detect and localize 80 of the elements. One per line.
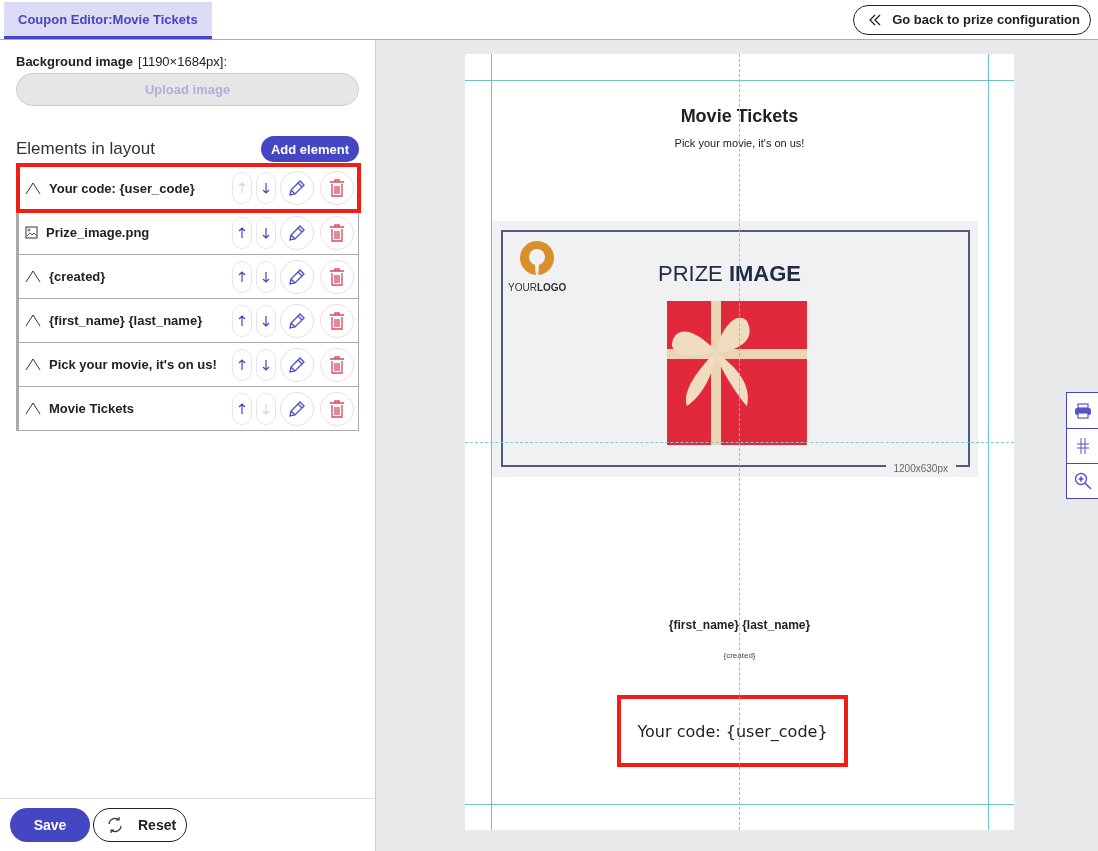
delete-button[interactable] (320, 303, 354, 338)
trash-icon (328, 398, 346, 419)
hash-icon (1075, 437, 1090, 455)
arrow-down-icon (262, 358, 270, 371)
edit-button[interactable] (280, 215, 314, 250)
trash-icon (328, 178, 346, 198)
back-button[interactable]: Go back to prize configuration (853, 4, 1091, 35)
arrow-down-icon (262, 402, 270, 415)
layout-element-row[interactable]: Prize_image.png (19, 210, 358, 254)
move-up-button[interactable] (232, 216, 252, 249)
logo-text: YOURLOGO (508, 282, 567, 293)
arrow-up-icon (238, 270, 246, 283)
arrow-up-icon (238, 402, 246, 415)
image-size-label: 1200x630px (885, 463, 956, 474)
prize-heading: PRIZE IMAGE (658, 261, 802, 287)
text-element-icon (25, 270, 41, 283)
arrow-down-icon (262, 182, 270, 194)
add-element-button[interactable]: Add element (261, 136, 359, 162)
arrow-up-icon (238, 358, 246, 371)
reset-button[interactable]: Reset (93, 808, 188, 842)
move-up-button[interactable] (232, 304, 252, 337)
element-name: Your code: {user_code} (49, 180, 195, 196)
arrow-up-icon (238, 226, 246, 239)
delete-button[interactable] (320, 215, 354, 250)
trash-icon (328, 354, 346, 375)
edit-button[interactable] (280, 303, 314, 338)
edit-button[interactable] (280, 391, 314, 426)
trash-icon (328, 222, 346, 243)
printer-icon (1073, 402, 1092, 419)
text-element-icon (25, 358, 41, 371)
text-element-icon (25, 314, 41, 327)
elements-heading: Elements in layout (16, 139, 155, 159)
editor-tab[interactable]: Coupon Editor:Movie Tickets (4, 2, 212, 39)
coupon-subtitle: Pick your movie, it's on us! (673, 137, 806, 149)
background-image-label: Background image (16, 54, 134, 69)
arrow-down-icon (262, 270, 270, 283)
pencil-icon (287, 178, 307, 198)
element-name: Prize_image.png (46, 225, 150, 240)
arrow-up-icon (238, 182, 246, 194)
arrow-up-icon (238, 314, 246, 327)
layout-element-row[interactable]: Movie Tickets (19, 386, 358, 430)
layout-element-row[interactable]: {created} (19, 254, 358, 298)
coupon-code-text[interactable]: Your code: {user_code} (617, 695, 848, 767)
trash-icon (328, 266, 346, 287)
element-name: {first_name} {last_name} (49, 313, 203, 328)
layout-element-row[interactable]: Your code: {user_code} (19, 166, 358, 210)
move-down-button[interactable] (256, 216, 276, 249)
move-down-button[interactable] (256, 260, 276, 293)
delete-button[interactable] (320, 259, 354, 294)
move-down-button[interactable] (256, 172, 276, 204)
edit-button[interactable] (280, 171, 314, 205)
arrow-down-icon (262, 314, 270, 327)
refresh-icon (106, 816, 124, 834)
zoom-in-icon (1073, 472, 1092, 490)
element-name: {created} (49, 269, 106, 284)
element-name: Movie Tickets (49, 401, 135, 416)
text-element-icon (25, 181, 41, 195)
edit-button[interactable] (280, 259, 314, 294)
element-name: Pick your movie, it's on us! (49, 357, 217, 372)
background-image-size: [1190×1684px]: (138, 54, 228, 69)
move-down-button[interactable] (256, 304, 276, 337)
arrow-down-icon (262, 226, 270, 239)
coupon-created-date: {created} (722, 651, 757, 660)
text-element-icon (25, 402, 41, 415)
trash-icon (328, 310, 346, 331)
layout-element-row[interactable]: Pick your movie, it's on us! (19, 342, 358, 386)
edit-button[interactable] (280, 347, 314, 382)
double-chevron-left-icon (868, 12, 883, 27)
move-up-button[interactable] (232, 260, 252, 293)
move-down-button[interactable] (256, 348, 276, 381)
delete-button[interactable] (320, 171, 354, 205)
layout-element-row[interactable]: {first_name} {last_name} (19, 298, 358, 342)
move-up-button[interactable] (232, 348, 252, 381)
image-icon (25, 226, 38, 239)
save-button[interactable]: Save (10, 808, 90, 842)
delete-button[interactable] (320, 391, 354, 426)
coupon-name-line: {first_name} {last_name} (667, 618, 812, 632)
move-up-button[interactable] (232, 392, 252, 425)
coupon-title: Movie Tickets (679, 106, 800, 127)
delete-button[interactable] (320, 347, 354, 382)
